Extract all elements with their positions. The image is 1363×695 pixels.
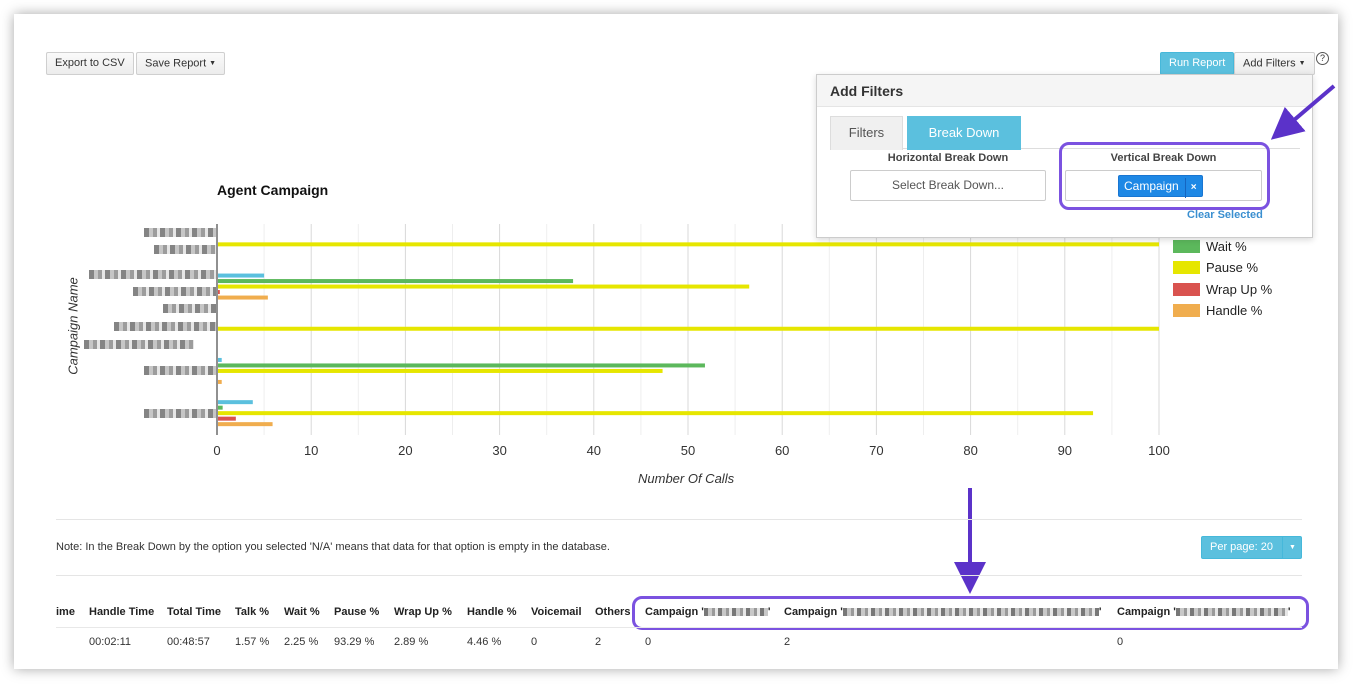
redacted-campaign-name — [703, 608, 768, 617]
bar — [218, 379, 222, 384]
bar — [218, 357, 222, 362]
x-tick-label: 90 — [1058, 443, 1072, 458]
table-row-divider — [56, 627, 1302, 628]
redacted-campaign-label — [144, 409, 216, 418]
campaign-suffix: ' — [1287, 606, 1291, 618]
break-down-note: Note: In the Break Down by the option yo… — [56, 541, 610, 553]
bar — [218, 400, 253, 405]
table-cell: 4.46 % — [467, 636, 502, 648]
redacted-campaign-label — [163, 304, 216, 313]
column-header[interactable]: Handle Time — [89, 606, 154, 618]
table-cell: 2 — [784, 636, 791, 648]
bar — [218, 290, 220, 295]
legend-swatch — [1173, 240, 1200, 253]
legend-label: Pause % — [1206, 260, 1259, 275]
bar — [218, 326, 1159, 331]
horizontal-break-down-select[interactable]: Select Break Down... — [850, 170, 1046, 201]
column-header[interactable]: Handle % — [467, 606, 517, 618]
x-tick-label: 100 — [1148, 443, 1170, 458]
tab-break-down[interactable]: Break Down — [907, 116, 1021, 150]
campaign-prefix: Campaign ' — [1117, 606, 1176, 618]
column-header[interactable]: Wrap Up % — [394, 606, 452, 618]
bar — [218, 416, 236, 421]
table-cell: 0 — [645, 636, 652, 648]
clear-selected-link[interactable]: Clear Selected — [1187, 209, 1263, 221]
table-cell: 0 — [1117, 636, 1124, 648]
bar — [218, 411, 1094, 416]
redacted-campaign-label — [144, 228, 216, 237]
table-cell: 0 — [531, 636, 538, 648]
column-header[interactable]: ime — [56, 606, 75, 618]
highlight-box — [1059, 142, 1270, 210]
redacted-campaign-label — [154, 245, 216, 254]
redacted-campaign-label — [114, 322, 216, 331]
redacted-campaign-label — [144, 366, 216, 375]
redacted-campaign-name — [842, 608, 1099, 617]
x-tick-label: 80 — [963, 443, 977, 458]
table-cell: 00:02:11 — [89, 636, 132, 648]
legend-swatch — [1173, 261, 1200, 274]
panel-title: Add Filters — [830, 83, 904, 99]
x-tick-label: 20 — [398, 443, 412, 458]
column-header[interactable]: Total Time — [167, 606, 221, 618]
column-header[interactable]: Voicemail — [531, 606, 582, 618]
legend-label: Wait % — [1206, 239, 1247, 254]
redacted-campaign-label — [89, 270, 216, 279]
per-page-label: Per page: 20 — [1210, 541, 1273, 553]
campaign-suffix: ' — [1098, 606, 1102, 618]
x-tick-label: 40 — [587, 443, 601, 458]
campaign-prefix: Campaign ' — [784, 606, 843, 618]
bar — [218, 368, 663, 373]
column-header-campaign[interactable]: Campaign ' ' — [784, 606, 1101, 618]
divider — [56, 519, 1302, 520]
x-tick-label: 10 — [304, 443, 318, 458]
column-header[interactable]: Others — [595, 606, 630, 618]
divider — [56, 575, 1302, 576]
x-axis-label: Number Of Calls — [638, 471, 735, 486]
x-tick-label: 50 — [681, 443, 695, 458]
column-header[interactable]: Talk % — [235, 606, 269, 618]
bar — [218, 242, 1159, 247]
bar — [218, 422, 273, 427]
campaign-suffix: ' — [767, 606, 771, 618]
bar — [218, 284, 750, 289]
tab-filters[interactable]: Filters — [830, 116, 903, 150]
legend-swatch — [1173, 283, 1200, 296]
campaign-prefix: Campaign ' — [645, 606, 704, 618]
table-cell: 1.57 % — [235, 636, 270, 648]
y-axis-label: Campaign Name — [65, 277, 81, 375]
x-tick-label: 0 — [213, 443, 220, 458]
table-cell: 2.25 % — [284, 636, 319, 648]
per-page-dropdown[interactable]: Per page: 20 ▼ — [1201, 536, 1302, 559]
legend-label: Wrap Up % — [1206, 282, 1273, 297]
x-tick-label: 60 — [775, 443, 789, 458]
bar — [218, 363, 705, 368]
table-cell: 2 — [595, 636, 602, 648]
bar — [218, 273, 265, 278]
bar — [218, 405, 223, 410]
legend-label: Handle % — [1206, 303, 1263, 318]
x-tick-label: 30 — [492, 443, 506, 458]
bar — [218, 295, 268, 300]
x-tick-label: 70 — [869, 443, 883, 458]
redacted-campaign-name — [1175, 608, 1288, 617]
table-cell: 2.89 % — [394, 636, 429, 648]
redacted-campaign-label — [133, 287, 216, 296]
column-header-campaign[interactable]: Campaign ' ' — [645, 606, 770, 618]
caret-down-icon: ▼ — [1282, 537, 1302, 558]
table-cell: 00:48:57 — [167, 636, 210, 648]
column-header[interactable]: Pause % — [334, 606, 379, 618]
column-header[interactable]: Wait % — [284, 606, 320, 618]
column-header-campaign[interactable]: Campaign ' ' — [1117, 606, 1290, 618]
horizontal-break-down-label: Horizontal Break Down — [887, 152, 1009, 164]
bar — [218, 279, 574, 284]
legend-swatch — [1173, 304, 1200, 317]
panel-header: Add Filters — [817, 75, 1312, 107]
redacted-campaign-label — [84, 340, 194, 349]
table-cell: 93.29 % — [334, 636, 375, 648]
